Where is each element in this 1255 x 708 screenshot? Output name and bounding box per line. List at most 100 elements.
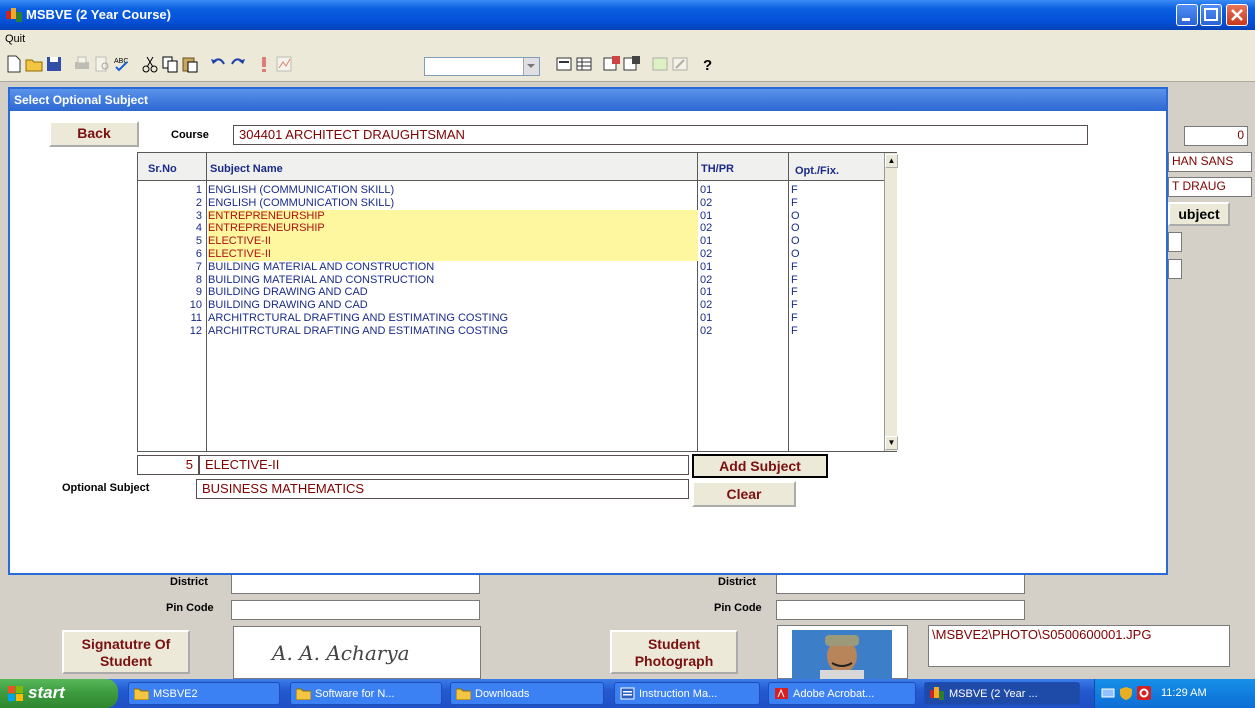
back-button[interactable]: Back — [49, 121, 139, 147]
taskbar-item[interactable]: Software for N... — [290, 682, 442, 705]
photo-path-field[interactable]: \MSBVE2\PHOTO\S0500600001.JPG — [928, 625, 1230, 667]
help-icon[interactable]: ? — [698, 54, 718, 74]
network-icon[interactable] — [1101, 686, 1115, 700]
table-row[interactable]: 10 BUILDING DRAWING AND CAD 02 F — [138, 299, 884, 311]
student-photo — [792, 630, 892, 680]
security-shield-icon[interactable] — [1119, 686, 1133, 700]
selected-srno-field[interactable]: 5 — [137, 455, 199, 475]
taskbar: start MSBVE2 Software for N... Downloads In… — [0, 679, 1255, 708]
cell-subject: ENTREPRENEURSHIP — [208, 222, 325, 235]
taskbar-item-label: Instruction Ma... — [639, 688, 718, 700]
bg-field-a[interactable] — [1168, 232, 1182, 252]
cell-subject: BUILDING MATERIAL AND CONSTRUCTION — [208, 260, 435, 273]
print-preview-icon[interactable] — [92, 54, 112, 74]
cell-opt: F — [791, 312, 798, 324]
bg-field-b[interactable] — [1168, 259, 1182, 279]
table-row[interactable]: 1 ENGLISH (COMMUNICATION SKILL) 01 F — [138, 184, 884, 196]
taskbar-item[interactable]: MSBVE2 — [128, 682, 280, 705]
edit-grid-icon[interactable] — [650, 54, 670, 74]
add-subject-button[interactable]: Add Subject — [692, 454, 828, 478]
cut-icon[interactable] — [140, 54, 160, 74]
district-field[interactable] — [231, 574, 480, 594]
chart-icon[interactable] — [274, 54, 294, 74]
cell-thpr: 02 — [700, 222, 713, 235]
cell-srno: 3 — [195, 209, 202, 222]
selected-subject-field[interactable]: ELECTIVE-II — [199, 455, 689, 475]
table-row[interactable]: 7 BUILDING MATERIAL AND CONSTRUCTION 01 F — [138, 261, 884, 273]
clear-button[interactable]: Clear — [692, 481, 796, 507]
pin-code-field-2[interactable] — [776, 600, 1025, 620]
exclamation-icon[interactable] — [254, 54, 274, 74]
table-row[interactable]: 4 ENTREPRENEURSHIP 02 O — [138, 222, 884, 236]
cell-subject: ENGLISH (COMMUNICATION SKILL) — [208, 184, 395, 196]
table-row[interactable]: 2 ENGLISH (COMMUNICATION SKILL) 02 F — [138, 197, 884, 209]
chevron-down-icon[interactable] — [523, 58, 539, 75]
table-row[interactable]: 8 BUILDING MATERIAL AND CONSTRUCTION 02 F — [138, 274, 884, 286]
menu-quit[interactable]: Quit — [5, 33, 25, 45]
cell-opt: O — [791, 235, 800, 248]
subject-button-partial[interactable]: ubject — [1168, 202, 1230, 226]
cell-subject: BUILDING DRAWING AND CAD — [208, 299, 368, 312]
course-field[interactable]: 304401 ARCHITECT DRAUGHTSMAN — [233, 125, 1088, 145]
scroll-up-icon[interactable]: ▲ — [885, 154, 898, 168]
grid-scrollbar[interactable]: ▲ ▼ — [884, 153, 898, 451]
table-view-icon[interactable] — [574, 54, 594, 74]
count-field[interactable]: 0 — [1184, 126, 1248, 146]
photo-button[interactable]: Student Photograph — [610, 630, 738, 674]
grid-add-icon[interactable] — [602, 54, 622, 74]
dialog-title: Select Optional Subject — [10, 89, 1166, 111]
signature-button[interactable]: Signatutre Of Student — [62, 630, 190, 674]
cell-opt: F — [791, 260, 798, 273]
app-icon — [930, 687, 944, 700]
edit-pen-icon[interactable] — [670, 54, 690, 74]
cell-opt: O — [791, 248, 800, 260]
open-folder-icon[interactable] — [24, 54, 44, 74]
pin-code-label: Pin Code — [166, 602, 214, 614]
district-field-2[interactable] — [776, 574, 1025, 594]
table-row[interactable]: 9 BUILDING DRAWING AND CAD 01 F — [138, 286, 884, 298]
start-button[interactable]: start — [0, 679, 118, 708]
taskbar-item-label: MSBVE2 — [153, 688, 198, 700]
course-field-partial[interactable]: T DRAUG — [1168, 177, 1252, 197]
folder-icon — [134, 688, 149, 700]
taskbar-item[interactable]: MSBVE (2 Year ... — [924, 682, 1080, 705]
signature-image: A. A. Acharya — [272, 641, 410, 665]
name-field-partial[interactable]: HAN SANS — [1168, 152, 1252, 172]
cell-thpr: 01 — [700, 184, 713, 196]
toolbar-combo[interactable] — [424, 57, 540, 76]
copy-icon[interactable] — [160, 54, 180, 74]
taskbar-item[interactable]: Adobe Acrobat... — [768, 682, 916, 705]
taskbar-item[interactable]: Instruction Ma... — [614, 682, 760, 705]
table-row[interactable]: 12 ARCHITRCTURAL DRAFTING AND ESTIMATING … — [138, 325, 884, 337]
scroll-down-icon[interactable]: ▼ — [885, 436, 898, 450]
minimize-button[interactable] — [1176, 4, 1198, 26]
pin-code-field[interactable] — [231, 600, 480, 620]
table-row[interactable]: 6 ELECTIVE-II 02 O — [138, 248, 884, 261]
antivirus-icon[interactable] — [1137, 686, 1151, 700]
table-row[interactable]: 3 ENTREPRENEURSHIP 01 O — [138, 209, 884, 223]
undo-icon[interactable] — [208, 54, 228, 74]
cell-subject: ELECTIVE-II — [208, 248, 271, 260]
new-file-icon[interactable] — [4, 54, 24, 74]
grid-header-srno: Sr.No — [148, 163, 177, 175]
print-icon[interactable] — [72, 54, 92, 74]
cell-srno: 1 — [195, 184, 202, 196]
form-view-icon[interactable] — [554, 54, 574, 74]
spell-check-icon[interactable]: ABC — [112, 54, 132, 74]
grid-delete-icon[interactable] — [622, 54, 642, 74]
table-row[interactable]: 11 ARCHITRCTURAL DRAFTING AND ESTIMATING … — [138, 312, 884, 324]
cell-thpr: 02 — [700, 299, 713, 312]
start-label: start — [28, 683, 65, 702]
table-row[interactable]: 5 ELECTIVE-II 01 O — [138, 235, 884, 249]
cell-thpr: 02 — [700, 248, 713, 260]
paste-icon[interactable] — [180, 54, 200, 74]
cell-opt: F — [791, 196, 798, 209]
optional-subject-field[interactable]: BUSINESS MATHEMATICS — [196, 479, 689, 499]
close-button[interactable] — [1226, 4, 1248, 26]
menu-bar: Quit — [0, 30, 1255, 48]
redo-icon[interactable] — [228, 54, 248, 74]
save-icon[interactable] — [44, 54, 64, 74]
subject-grid[interactable]: Sr.No Subject Name TH/PR Opt./Fix. 1 ENGL… — [137, 152, 898, 452]
taskbar-item[interactable]: Downloads — [450, 682, 604, 705]
maximize-button[interactable] — [1200, 4, 1222, 26]
